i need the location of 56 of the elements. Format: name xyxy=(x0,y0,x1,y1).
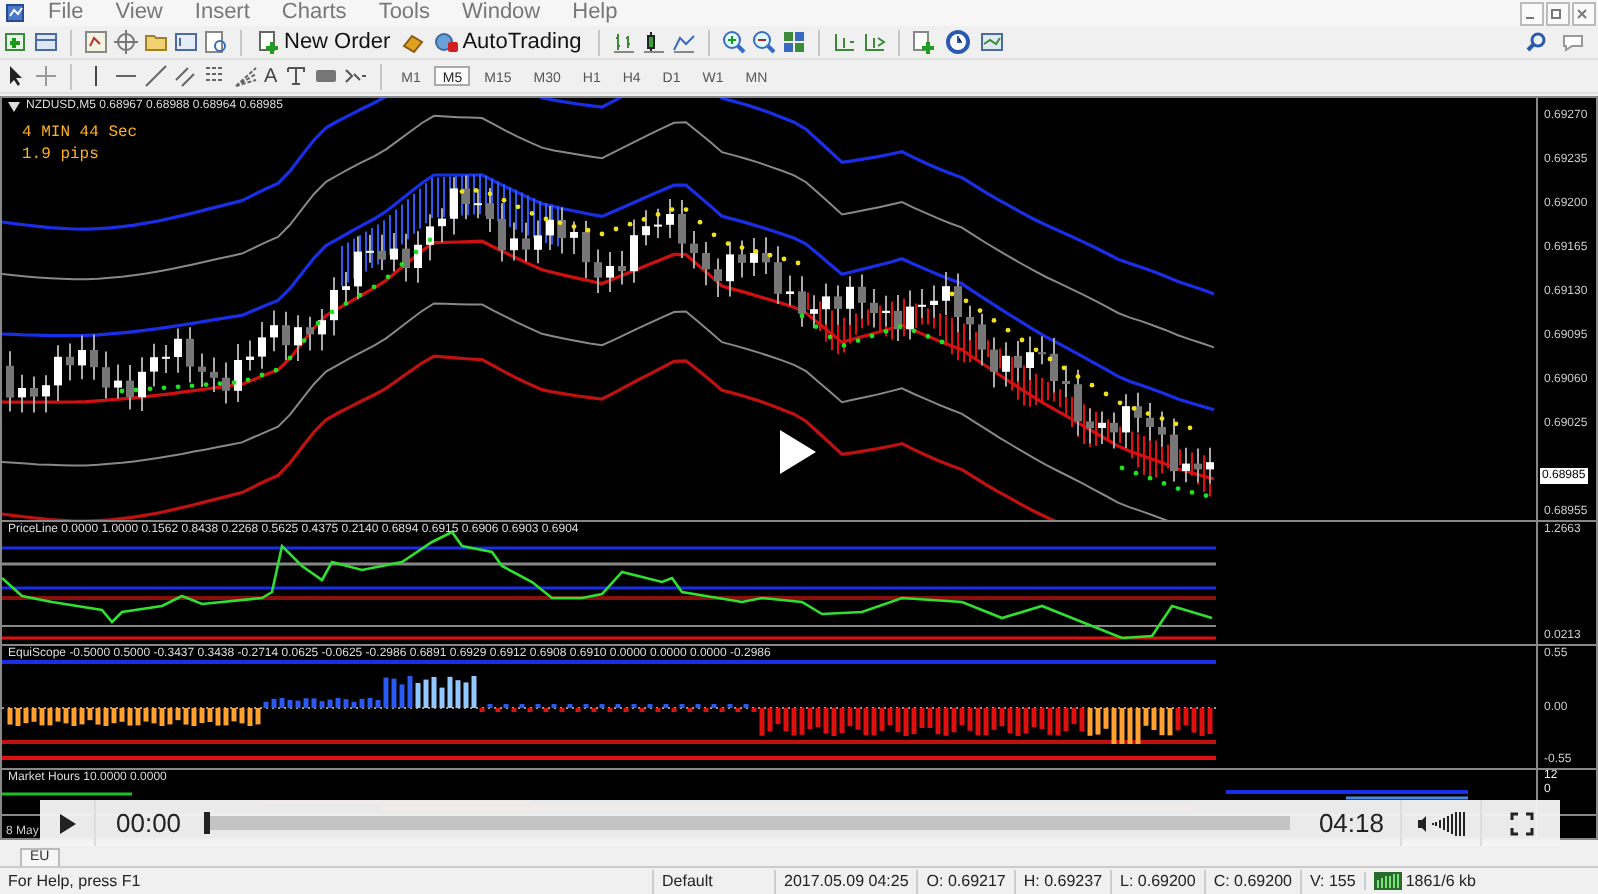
new-chart-icon[interactable] xyxy=(4,30,28,54)
status-volume: V: 155 xyxy=(1299,869,1364,893)
restore-button[interactable] xyxy=(1546,1,1570,25)
spread-text: 1.9 pips xyxy=(22,146,99,164)
status-close: C: 0.69200 xyxy=(1203,869,1300,893)
crosshair-icon[interactable] xyxy=(114,30,138,54)
menu-item[interactable]: Tools xyxy=(362,0,446,26)
traffic-text: 1861/6 kb xyxy=(1405,872,1476,890)
fullscreen-icon xyxy=(1509,811,1533,835)
autotrading-button[interactable]: AutoTrading xyxy=(430,28,586,56)
restore-icon xyxy=(1548,5,1564,21)
text-label-icon[interactable] xyxy=(283,64,308,88)
search-icon[interactable] xyxy=(1526,32,1546,52)
close-button[interactable] xyxy=(1572,1,1596,25)
close-icon xyxy=(1574,5,1590,21)
duration-time: 04:18 xyxy=(1316,808,1386,838)
menu-item[interactable]: Help xyxy=(556,0,634,26)
volume-icon xyxy=(1415,809,1467,837)
status-high: H: 0.69237 xyxy=(1013,869,1111,893)
help-text: For Help, press F1 xyxy=(6,869,143,893)
tile-windows-icon[interactable] xyxy=(781,30,806,54)
document-plus-icon xyxy=(258,30,280,54)
play-icon xyxy=(57,811,77,835)
menu-item[interactable]: Window xyxy=(446,0,557,26)
trendline-icon[interactable] xyxy=(144,64,168,88)
menu-item[interactable]: Insert xyxy=(178,0,266,26)
status-open: O: 0.69217 xyxy=(916,869,1014,893)
minimize-button[interactable] xyxy=(1520,1,1544,25)
rectangle-icon[interactable] xyxy=(313,64,338,88)
elapsed-time: 00:00 xyxy=(114,808,184,838)
zoom-out-icon[interactable] xyxy=(751,30,776,54)
channel-icon[interactable] xyxy=(174,64,198,88)
profile-name: Default xyxy=(652,869,774,893)
connection-bars-icon xyxy=(1373,872,1402,890)
menu-item[interactable]: View xyxy=(99,0,179,26)
menu-item[interactable]: Charts xyxy=(265,0,363,26)
chat-icon[interactable] xyxy=(1558,32,1586,52)
play-icon[interactable] xyxy=(778,428,818,476)
candle-timer: 4 MIN 44 Sec xyxy=(22,124,138,142)
folder-icon[interactable] xyxy=(144,30,168,54)
cursor-icon[interactable] xyxy=(4,64,28,88)
text-tool[interactable]: A xyxy=(264,65,278,87)
windows-icon[interactable] xyxy=(34,30,58,54)
clock-icon[interactable] xyxy=(945,30,974,54)
new-order-button[interactable]: New Order xyxy=(254,28,395,56)
progress-track[interactable] xyxy=(205,816,1291,830)
dropdown-triangle-icon[interactable] xyxy=(8,101,20,111)
line-chart-icon[interactable] xyxy=(671,30,696,54)
status-low: L: 0.69200 xyxy=(1110,869,1204,893)
candlestick-icon[interactable] xyxy=(641,30,666,54)
progress-thumb[interactable] xyxy=(203,812,210,834)
level-line xyxy=(2,792,132,796)
zoom-in-icon[interactable] xyxy=(721,30,746,54)
menu-item[interactable]: File xyxy=(32,0,100,26)
bar-chart-icon[interactable] xyxy=(611,30,636,54)
status-time: 2017.05.09 04:25 xyxy=(774,869,917,893)
